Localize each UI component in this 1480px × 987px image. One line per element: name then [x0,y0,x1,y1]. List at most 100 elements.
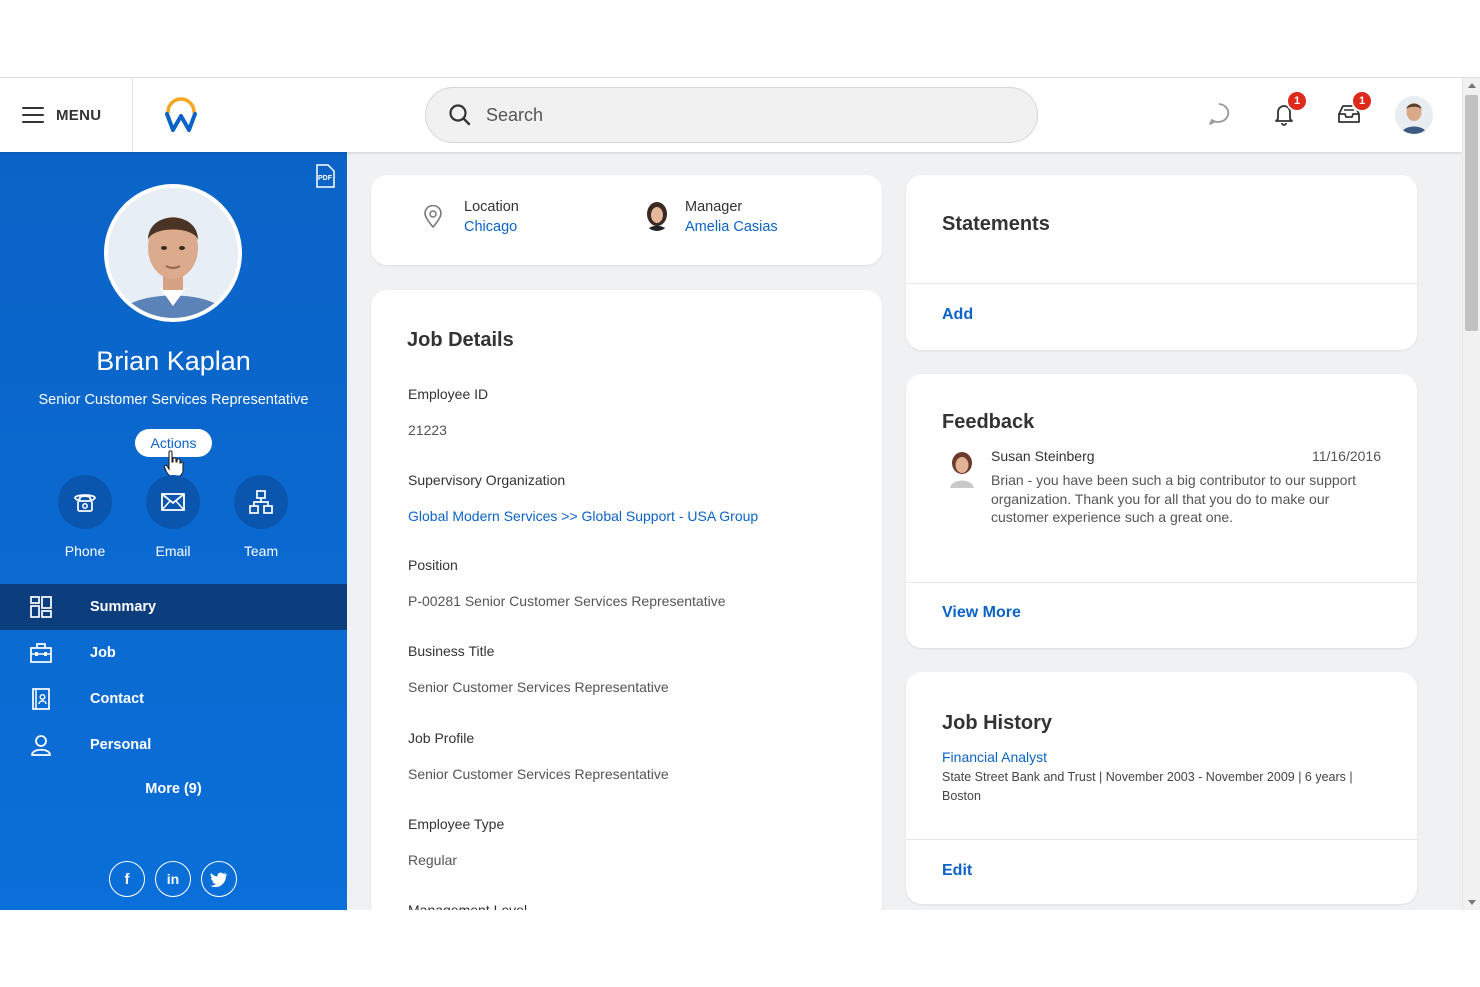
summary-icon [30,596,52,618]
position-label: Position [408,557,458,573]
feedback-title: Feedback [942,411,1035,433]
search-placeholder: Search [486,104,544,125]
manager-label: Manager [685,199,743,215]
management-level-label: Management Level [408,902,528,910]
feedback-text-line: organization. Thank you for all that you… [991,490,1330,507]
facebook-label: f [124,870,130,888]
profile-nav: Summary Job Contact Personal [0,584,347,768]
feedback-author: Susan Steinberg [991,448,1095,464]
employee-type-label: Employee Type [408,816,505,832]
email-label: Email [155,543,191,559]
profile-sidebar: PDF Brian Kaplan Senior Customer Service… [0,152,347,910]
pdf-export-icon[interactable]: PDF [314,164,336,188]
hand-cursor-icon [163,450,184,478]
facebook-icon[interactable]: f [109,861,145,897]
quick-action-phone[interactable]: Phone [45,475,125,559]
location-pin-icon [423,204,443,234]
feedback-card: Feedback Susan Steinberg 11/16/2016 Bria… [906,374,1417,648]
employee-name: Brian Kaplan [96,346,251,376]
statements-add-link[interactable]: Add [942,306,973,324]
team-icon [234,475,288,529]
feedback-text-line: Brian - you have been such a big contrib… [991,472,1356,488]
scroll-up-arrow-icon[interactable] [1468,83,1476,88]
manager-value-link[interactable]: Amelia Casias [685,219,778,235]
feedback-author-avatar[interactable] [946,448,978,488]
position-value: P-00281 Senior Customer Services Represe… [408,593,726,609]
sidebar-item-job[interactable]: Job [0,630,347,676]
job-profile-label: Job Profile [408,730,475,746]
notifications-badge: 1 [1286,90,1308,112]
sidebar-item-label: Personal [90,737,152,753]
search-bar[interactable]: Search [425,87,1038,143]
hamburger-icon [22,107,44,123]
workday-app: MENU Search 1 1 PDF Brian Kaplan Senior … [0,77,1480,910]
employee-title: Senior Customer Services Representative [38,392,309,408]
scroll-down-arrow-icon[interactable] [1468,900,1476,905]
feedback-text-line: customer experience such a great one. [991,509,1234,525]
user-avatar[interactable] [1395,96,1433,134]
svg-text:PDF: PDF [318,175,333,182]
inbox-icon[interactable]: 1 [1331,90,1373,132]
menu-label: MENU [56,106,102,124]
quick-action-email[interactable]: Email [133,475,213,559]
page-scrollbar[interactable] [1462,78,1480,910]
job-history-detail: State Street Bank and Trust | November 2… [942,768,1353,805]
notifications-bell-icon[interactable]: 1 [1266,90,1308,132]
search-icon [449,104,471,126]
contact-card-icon [30,688,52,710]
location-value-link[interactable]: Chicago [464,219,517,235]
job-details-title: Job Details [407,329,514,351]
job-history-card: Job History Financial Analyst State Stre… [906,672,1417,904]
more-link[interactable]: More (9) [0,781,347,797]
inbox-badge: 1 [1351,90,1373,112]
job-details-card: Job Details Employee ID 21223 Supervisor… [371,290,882,910]
twitter-icon[interactable] [201,861,237,897]
feedback-text: Brian - you have been such a big contrib… [991,471,1356,527]
linkedin-icon[interactable]: in [155,861,191,897]
briefcase-icon [30,642,52,664]
card-divider [906,582,1417,583]
job-profile-value: Senior Customer Services Representative [408,766,669,782]
sidebar-item-label: Summary [90,599,157,615]
header-divider [132,78,133,152]
supervisory-org-label: Supervisory Organization [408,472,566,488]
person-icon [30,734,52,756]
statements-card: Statements Add [906,175,1417,350]
employee-id-value: 21223 [408,422,447,438]
job-history-detail-line: State Street Bank and Trust | November 2… [942,770,1353,784]
job-history-edit-link[interactable]: Edit [942,862,972,880]
phone-icon [58,475,112,529]
job-history-title: Job History [942,712,1053,734]
sidebar-item-label: Job [90,645,116,661]
team-label: Team [243,543,279,559]
business-title-value: Senior Customer Services Representative [408,679,669,695]
quick-action-team[interactable]: Team [221,475,301,559]
phone-label: Phone [64,543,106,559]
employee-id-label: Employee ID [408,386,489,402]
manager-avatar[interactable] [643,199,671,231]
top-bar: MENU Search 1 1 [0,78,1462,152]
sidebar-item-contact[interactable]: Contact [0,676,347,722]
statements-title: Statements [942,213,1050,235]
profile-photo[interactable] [104,184,242,322]
business-title-label: Business Title [408,643,495,659]
location-manager-card: Location Chicago Manager Amelia Casias [371,175,882,265]
location-label: Location [464,199,519,215]
scrollbar-thumb[interactable] [1465,95,1478,331]
menu-button[interactable]: MENU [22,102,101,128]
employee-type-value: Regular [408,852,458,868]
card-divider [906,839,1417,840]
linkedin-label: in [166,871,180,887]
chat-icon[interactable] [1201,96,1237,132]
view-more-link[interactable]: View More [942,604,1021,622]
email-icon [146,475,200,529]
job-history-detail-line: Boston [942,788,981,803]
job-history-role-link[interactable]: Financial Analyst [942,749,1047,765]
sidebar-item-label: Contact [90,691,144,707]
supervisory-org-link[interactable]: Global Modern Services >> Global Support… [408,508,758,524]
sidebar-item-summary[interactable]: Summary [0,584,347,630]
workday-logo-icon[interactable] [160,94,202,134]
card-divider [906,283,1417,284]
feedback-date: 11/16/2016 [1311,448,1381,464]
sidebar-item-personal[interactable]: Personal [0,722,347,768]
